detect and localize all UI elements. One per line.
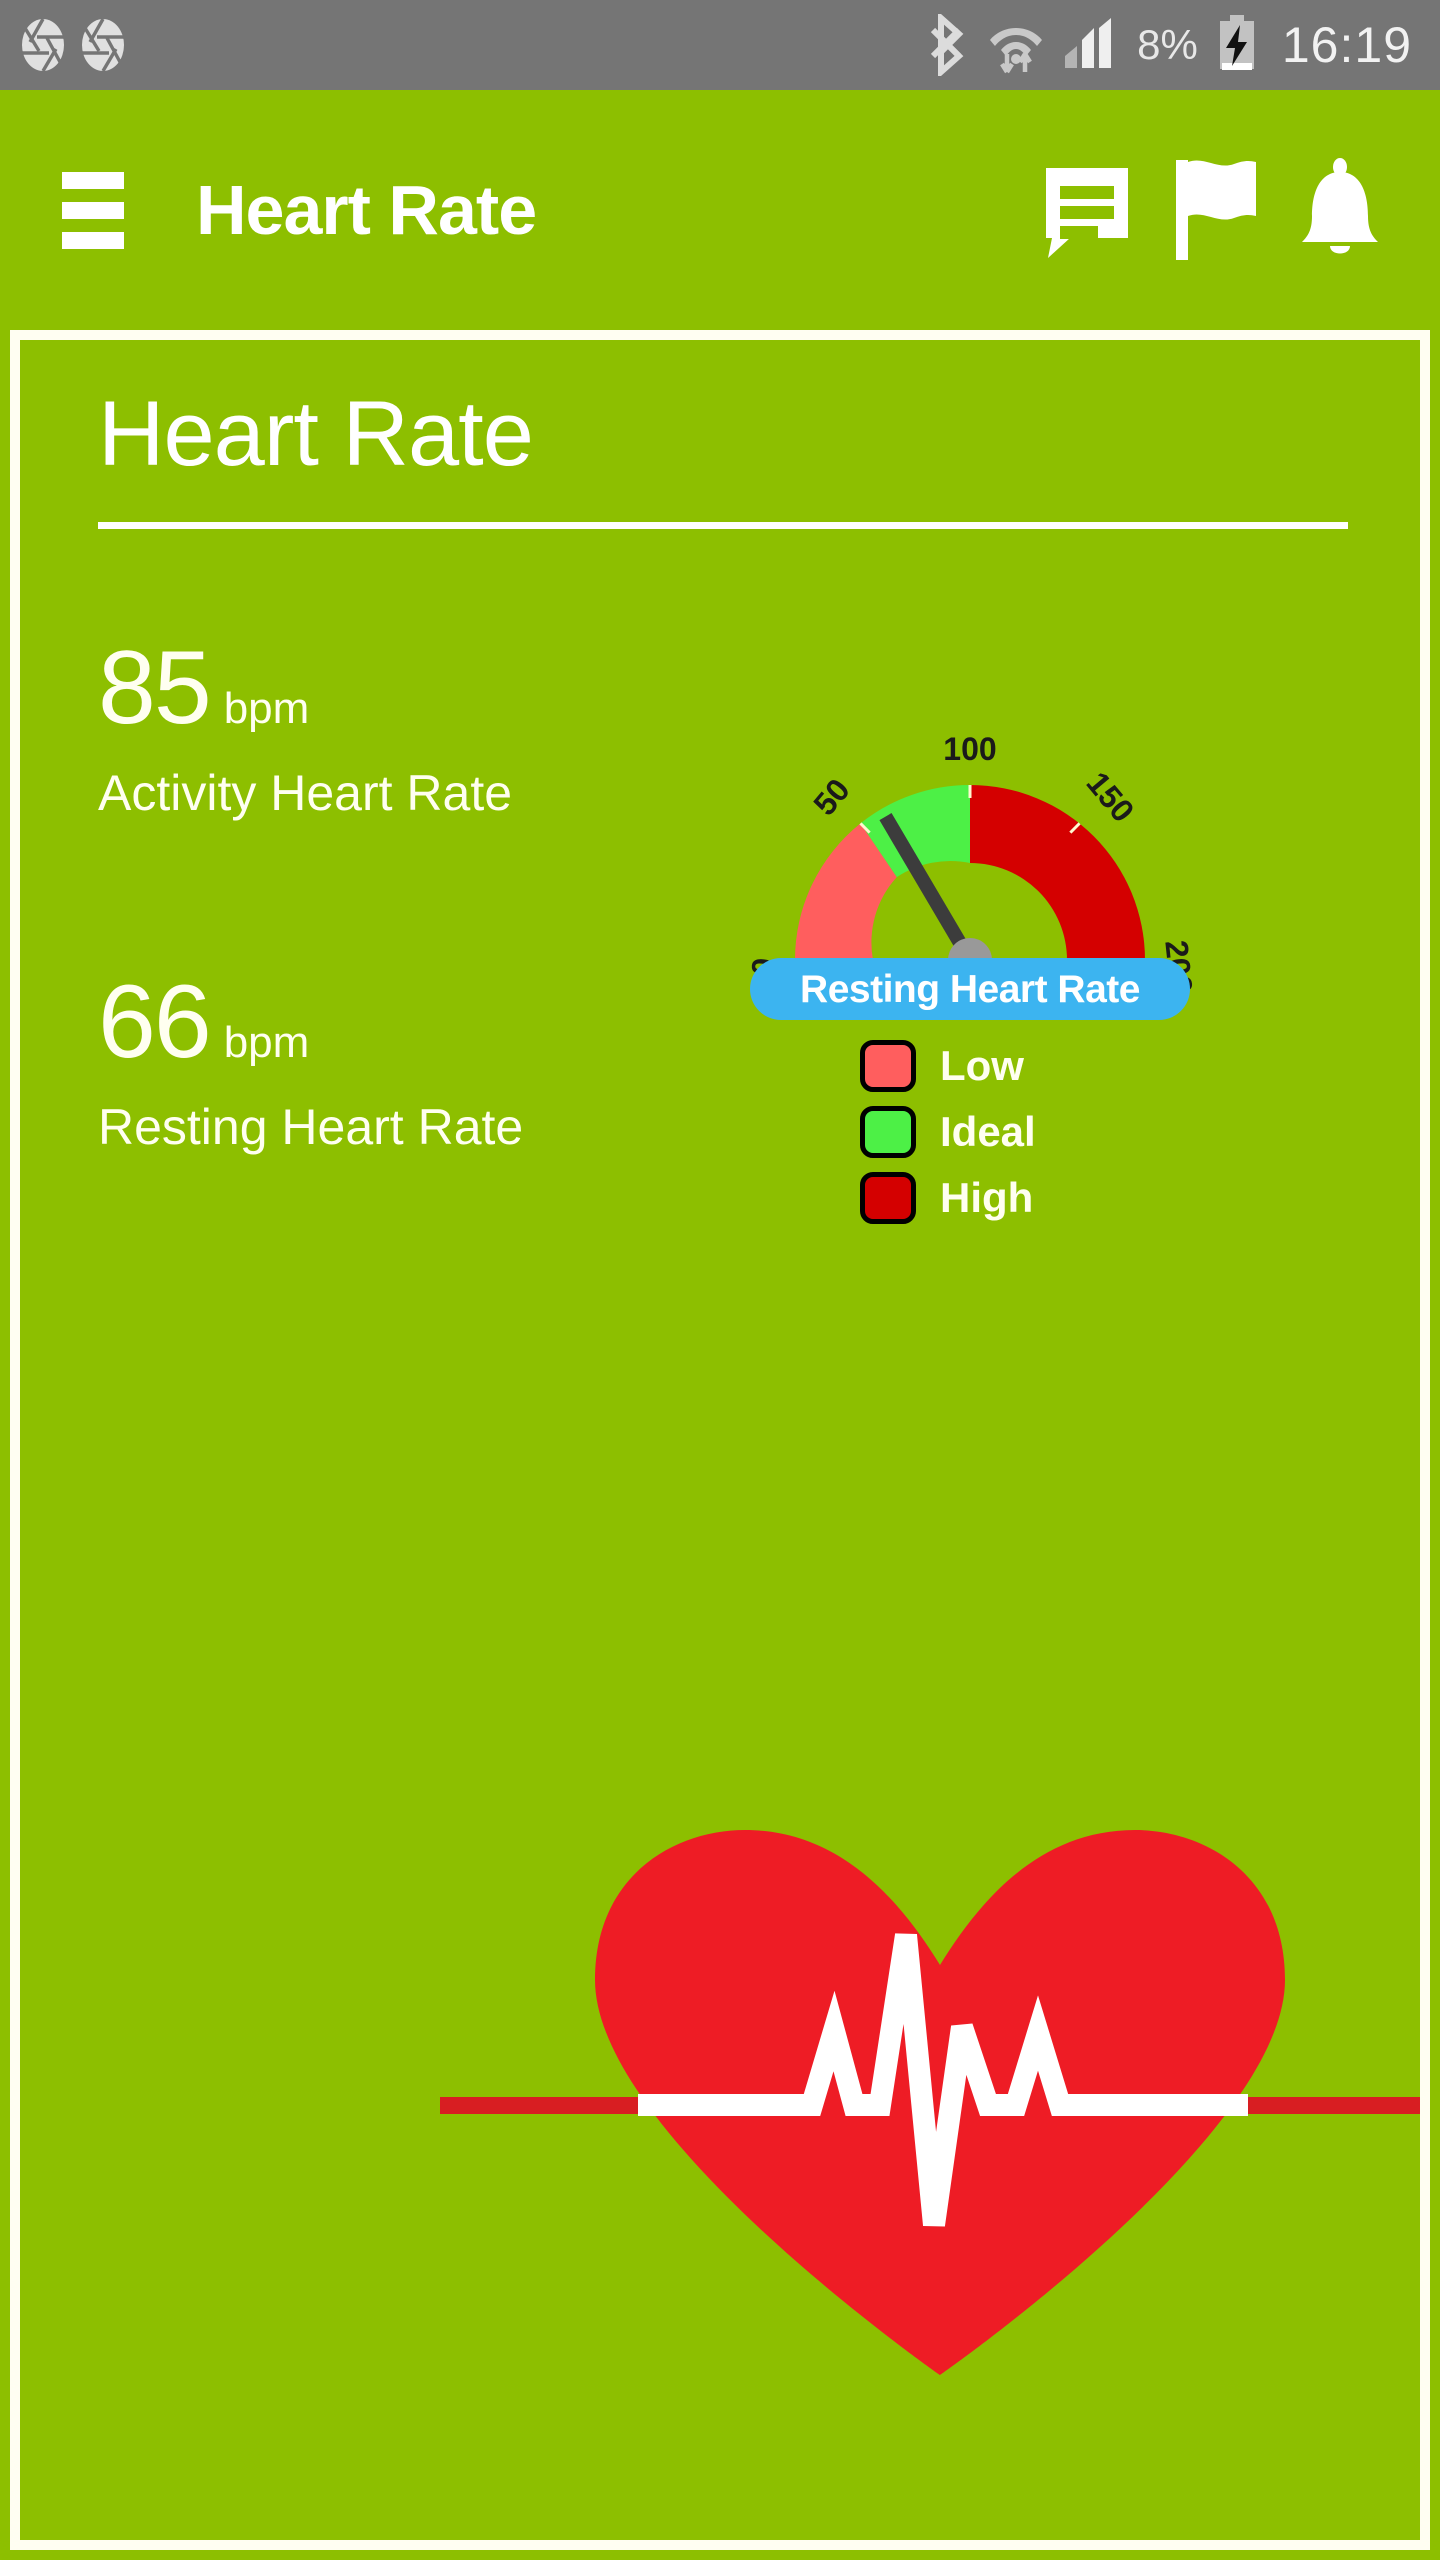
metric-label: Resting Heart Rate <box>98 1099 524 1155</box>
legend-item-low: Low <box>860 1040 1036 1092</box>
gauge-tick-label: 50 <box>806 772 856 822</box>
flag-icon[interactable] <box>1170 158 1260 262</box>
status-bar-right-icons: 8% 16:19 <box>929 14 1412 76</box>
metric-activity-heart-rate: 85 bpm Activity Heart Rate <box>98 636 512 818</box>
battery-charging-icon <box>1219 15 1254 70</box>
aperture-icon <box>82 18 124 72</box>
status-bar-clock: 16:19 <box>1281 17 1412 73</box>
gauge-chart: 0 50 100 150 200 <box>750 731 1200 990</box>
legend-swatch-ideal <box>860 1106 916 1158</box>
gauge-tick-label: 100 <box>943 731 996 767</box>
legend-item-ideal: Ideal <box>860 1106 1036 1158</box>
metric-value-row: 66 bpm <box>98 970 523 1074</box>
metric-value-row: 85 bpm <box>98 636 512 740</box>
legend-label: High <box>940 1174 1034 1221</box>
hamburger-menu-icon[interactable] <box>62 171 124 249</box>
gauge-tick-label: 150 <box>1079 765 1141 829</box>
app-bar-actions <box>1040 158 1384 262</box>
hamburger-bar <box>62 201 124 219</box>
legend-item-high: High <box>860 1172 1036 1224</box>
metric-label: Activity Heart Rate <box>98 765 513 821</box>
content-card-inner: Heart Rate 85 bpm Activity Heart Rate 66… <box>20 340 1420 2540</box>
app-bar-title: Heart Rate <box>196 171 537 249</box>
content-card: Heart Rate 85 bpm Activity Heart Rate 66… <box>10 330 1430 2550</box>
app-screen: 8% 16:19 Heart Rate Heart Rate 85 bpm Ac… <box>0 0 1440 2560</box>
hamburger-bar <box>62 171 124 189</box>
metric-value: 66 <box>98 964 212 1080</box>
chat-bubble-icon[interactable] <box>1040 160 1134 260</box>
signal-icon <box>1065 18 1112 68</box>
legend-label: Low <box>940 1042 1024 1089</box>
status-bar-left-icons <box>20 17 126 73</box>
metric-unit: bpm <box>223 684 310 733</box>
metric-unit: bpm <box>223 1018 310 1067</box>
legend-swatch-low <box>860 1040 916 1092</box>
heart-with-pulse-icon <box>440 1805 1420 2405</box>
resting-heart-rate-gauge: 0 50 100 150 200 Resting Heart Rate <box>750 730 1220 1020</box>
gauge-title-pill: Resting Heart Rate <box>750 958 1190 1020</box>
legend-swatch-high <box>860 1172 916 1224</box>
status-bar: 8% 16:19 <box>0 0 1440 90</box>
page-title-divider <box>98 522 1348 529</box>
metric-value: 85 <box>98 630 212 746</box>
bluetooth-icon <box>931 14 964 76</box>
legend-label: Ideal <box>940 1108 1036 1155</box>
battery-percent-label: 8% <box>1137 21 1198 68</box>
gauge-title-label: Resting Heart Rate <box>800 967 1140 1011</box>
gauge-legend: Low Ideal High <box>860 1040 1036 1224</box>
bell-icon[interactable] <box>1296 158 1384 262</box>
wifi-icon <box>990 28 1043 74</box>
app-bar: Heart Rate <box>0 90 1440 330</box>
page-title: Heart Rate <box>98 383 534 485</box>
aperture-icon <box>22 18 64 72</box>
hamburger-bar <box>62 231 124 249</box>
metric-resting-heart-rate: 66 bpm Resting Heart Rate <box>98 970 523 1152</box>
